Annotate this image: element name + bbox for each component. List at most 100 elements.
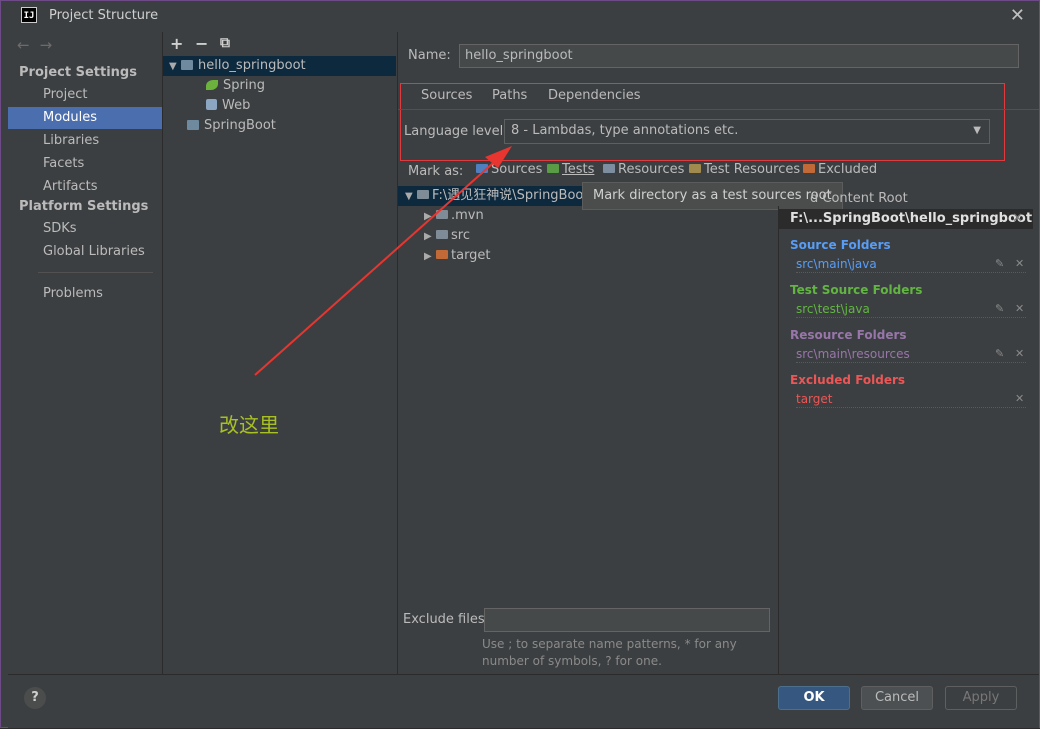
remove-folder-icon[interactable]: ✕: [1015, 257, 1024, 270]
dialog-button-bar: ? OK Cancel Apply: [8, 674, 1039, 728]
dotted-leader: [796, 407, 1026, 408]
dotted-leader: [796, 362, 1026, 363]
tree-node-label: target: [451, 248, 491, 263]
sidebar-item-sdks[interactable]: SDKs: [8, 218, 162, 240]
mark-test-resources-button[interactable]: Test Resources: [689, 162, 800, 177]
resource-folder-path: src\main\resources: [796, 347, 910, 361]
chevron-down-icon: ▼: [973, 125, 981, 136]
mark-as-label: Mark as:: [408, 164, 464, 179]
annotation-text: 改这里: [219, 413, 279, 437]
exclude-files-label: Exclude files:: [403, 612, 490, 627]
tree-node-spring[interactable]: Spring: [206, 76, 265, 96]
tab-paths[interactable]: Paths: [492, 88, 527, 103]
exclude-files-hint: Use ; to separate name patterns, * for a…: [482, 637, 737, 668]
excluded-folder-icon: [803, 164, 815, 173]
chevron-right-icon[interactable]: ▶: [424, 247, 436, 267]
window-title: Project Structure: [49, 8, 159, 23]
sidebar-item-global-libraries[interactable]: Global Libraries: [8, 241, 162, 263]
tree-node-target[interactable]: ▶ target: [424, 246, 491, 266]
mark-resources-label: Resources: [618, 162, 685, 177]
name-label: Name:: [408, 48, 451, 63]
remove-folder-icon[interactable]: ✕: [1015, 347, 1024, 360]
resource-folders-title: Resource Folders: [790, 328, 907, 342]
test-resources-folder-icon: [689, 164, 701, 173]
sidebar-item-modules[interactable]: Modules: [8, 107, 162, 129]
ok-button[interactable]: OK: [778, 686, 850, 710]
source-folder-path: src\main\java: [796, 257, 877, 271]
tree-node-label: hello_springboot: [198, 58, 306, 73]
excluded-folder-path: target: [796, 392, 833, 406]
tree-node-hello-springboot[interactable]: ▼ hello_springboot: [163, 56, 396, 76]
sidebar-item-problems[interactable]: Problems: [8, 283, 162, 305]
tree-node-label: src: [451, 228, 470, 243]
content-root-panel: F:\...SpringBoot\hello_springboot ✕ Sourc…: [778, 206, 1035, 674]
mark-sources-label: Sources: [491, 162, 543, 177]
edit-pencil-icon[interactable]: ✎: [995, 257, 1004, 270]
platform-settings-header: Platform Settings: [19, 199, 149, 214]
content-root-tree: ▼ F:\遇见狂神说\SpringBoo ▶ .mvn ▶ src ▶ target: [398, 185, 778, 645]
tree-node-mvn[interactable]: ▶ .mvn: [424, 206, 484, 226]
settings-sidebar: ←→ Project Settings Project Modules Libr…: [8, 32, 163, 674]
tab-sources[interactable]: Sources: [421, 88, 472, 103]
folder-icon: [417, 190, 429, 199]
help-icon[interactable]: ?: [24, 687, 46, 709]
excluded-folder-icon: [436, 250, 448, 259]
module-icon: [187, 120, 199, 130]
edit-pencil-icon[interactable]: ✎: [995, 347, 1004, 360]
dotted-leader: [796, 317, 1026, 318]
tree-node-web[interactable]: Web: [206, 96, 250, 116]
add-content-root-button[interactable]: d Content Root: [810, 191, 908, 206]
sidebar-item-facets[interactable]: Facets: [8, 153, 162, 175]
mark-sources-button[interactable]: Sources: [476, 162, 542, 177]
back-forward-arrows-icon[interactable]: ←→: [17, 36, 62, 54]
tree-node-label: Web: [222, 98, 251, 113]
test-source-folder-path: src\test\java: [796, 302, 870, 316]
project-structure-dialog: IJ Project Structure ✕ ←→ Project Settin…: [0, 0, 1040, 728]
sidebar-item-project[interactable]: Project: [8, 84, 162, 106]
resources-folder-icon: [603, 164, 615, 173]
module-settings-panel: Name: hello_springboot Sources Paths Dep…: [398, 32, 1039, 674]
exclude-files-input[interactable]: [484, 608, 770, 632]
tree-node-label: Spring: [223, 78, 265, 93]
remove-folder-icon[interactable]: ✕: [1015, 392, 1024, 405]
tree-node-label: SpringBoot: [204, 118, 276, 133]
tree-node-label: F:\遇见狂神说\SpringBoo: [432, 188, 584, 203]
apply-button[interactable]: Apply: [945, 686, 1017, 710]
project-settings-header: Project Settings: [19, 65, 137, 80]
language-level-label: Language level:: [404, 124, 508, 139]
excluded-folders-title: Excluded Folders: [790, 373, 906, 387]
module-tree-pane: + − ⧉ ▼ hello_springboot Spring Web Sprin…: [163, 32, 398, 674]
chevron-down-icon[interactable]: ▼: [169, 57, 181, 77]
sidebar-item-artifacts[interactable]: Artifacts: [8, 176, 162, 198]
mark-tests-button[interactable]: Tests: [547, 162, 594, 177]
language-level-select[interactable]: 8 - Lambdas, type annotations etc. ▼: [504, 119, 990, 144]
spring-leaf-icon: [206, 80, 218, 90]
source-folder-icon: [476, 164, 488, 173]
mark-excluded-button[interactable]: Excluded: [803, 162, 877, 177]
chevron-right-icon[interactable]: ▶: [424, 207, 436, 227]
sidebar-item-libraries[interactable]: Libraries: [8, 130, 162, 152]
edit-pencil-icon[interactable]: ✎: [995, 302, 1004, 315]
add-icon[interactable]: +: [170, 34, 183, 53]
content-root-path: F:\...SpringBoot\hello_springboot: [790, 211, 1033, 226]
tab-dependencies[interactable]: Dependencies: [548, 88, 641, 103]
remove-folder-icon[interactable]: ✕: [1015, 302, 1024, 315]
intellij-icon: IJ: [21, 7, 37, 23]
tree-node-springboot[interactable]: SpringBoot: [187, 116, 276, 136]
web-facet-icon: [206, 99, 217, 110]
module-name-field[interactable]: hello_springboot: [459, 44, 1019, 68]
cancel-button[interactable]: Cancel: [861, 686, 933, 710]
dotted-leader: [796, 272, 1026, 273]
mark-resources-button[interactable]: Resources: [603, 162, 684, 177]
source-folders-title: Source Folders: [790, 238, 891, 252]
module-icon: [181, 60, 193, 70]
chevron-down-icon[interactable]: ▼: [405, 187, 417, 207]
tab-divider: [398, 109, 1039, 110]
remove-icon[interactable]: −: [195, 34, 208, 53]
copy-icon[interactable]: ⧉: [220, 35, 230, 51]
close-icon[interactable]: ✕: [1010, 5, 1025, 26]
tree-node-src[interactable]: ▶ src: [424, 226, 470, 246]
chevron-right-icon[interactable]: ▶: [424, 227, 436, 247]
content-root-header: F:\...SpringBoot\hello_springboot ✕: [779, 209, 1033, 229]
remove-root-icon[interactable]: ✕: [1012, 209, 1023, 229]
